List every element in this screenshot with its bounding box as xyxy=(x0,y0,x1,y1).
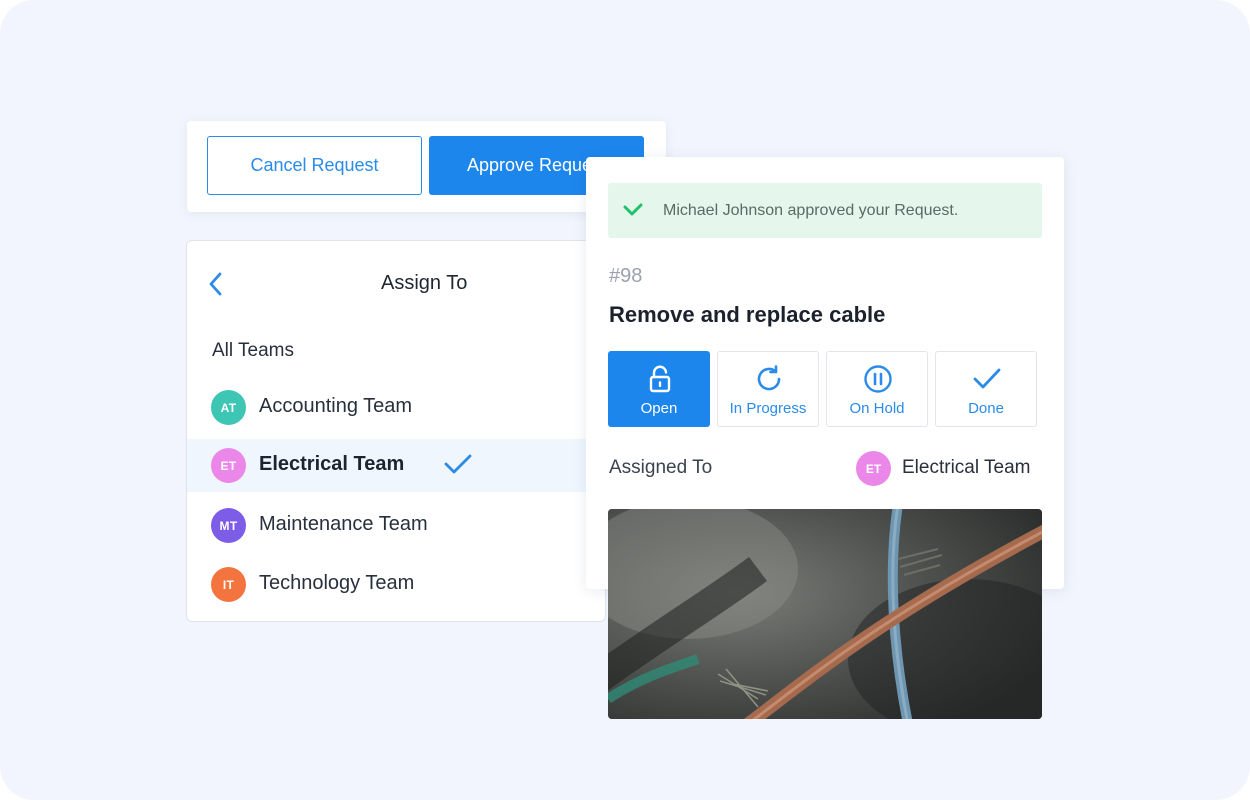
approval-notification: Michael Johnson approved your Request. xyxy=(608,183,1042,238)
team-name: Technology Team xyxy=(259,572,415,594)
team-name: Accounting Team xyxy=(259,395,413,417)
assigned-team: Electrical Team xyxy=(902,457,1031,478)
team-item-technology[interactable]: IT Technology Team xyxy=(187,558,605,611)
refresh-icon xyxy=(754,364,784,394)
check-icon xyxy=(972,364,1002,394)
avatar: ET xyxy=(856,451,891,486)
status-open-button[interactable]: Open xyxy=(608,351,710,427)
status-label: Open xyxy=(640,400,678,417)
team-name: Maintenance Team xyxy=(259,513,428,535)
work-order-id: #98 xyxy=(609,265,643,287)
notification-text: Michael Johnson approved your Request. xyxy=(663,202,959,219)
pause-icon xyxy=(863,364,893,394)
status-in-progress-button[interactable]: In Progress xyxy=(717,351,819,427)
status-on-hold-button[interactable]: On Hold xyxy=(826,351,928,427)
avatar: MT xyxy=(211,508,246,543)
work-order-title: Remove and replace cable xyxy=(609,302,886,327)
unlock-icon xyxy=(645,364,675,394)
assign-title: Assign To xyxy=(381,272,468,294)
status-label: Done xyxy=(968,400,1004,417)
all-teams-label: All Teams xyxy=(212,340,295,361)
chevron-left-icon[interactable] xyxy=(205,271,227,297)
app-canvas: Cancel Request Approve Request Assign To… xyxy=(0,0,1250,800)
check-circle-icon xyxy=(622,201,644,224)
assigned-to-label: Assigned To xyxy=(609,457,713,478)
avatar: AT xyxy=(211,390,246,425)
cancel-request-button[interactable]: Cancel Request xyxy=(207,136,422,195)
assign-panel: Assign To All Teams AT Accounting Team E… xyxy=(186,240,606,622)
check-icon xyxy=(443,452,473,481)
status-label: On Hold xyxy=(849,400,905,417)
team-item-electrical[interactable]: ET Electrical Team xyxy=(187,439,605,492)
team-item-accounting[interactable]: AT Accounting Team xyxy=(187,381,605,434)
avatar: ET xyxy=(211,448,246,483)
team-item-maintenance[interactable]: MT Maintenance Team xyxy=(187,499,605,552)
team-name: Electrical Team xyxy=(259,453,405,475)
avatar: IT xyxy=(211,567,246,602)
work-order-photo xyxy=(608,509,1042,719)
status-label: In Progress xyxy=(729,400,807,417)
status-done-button[interactable]: Done xyxy=(935,351,1037,427)
